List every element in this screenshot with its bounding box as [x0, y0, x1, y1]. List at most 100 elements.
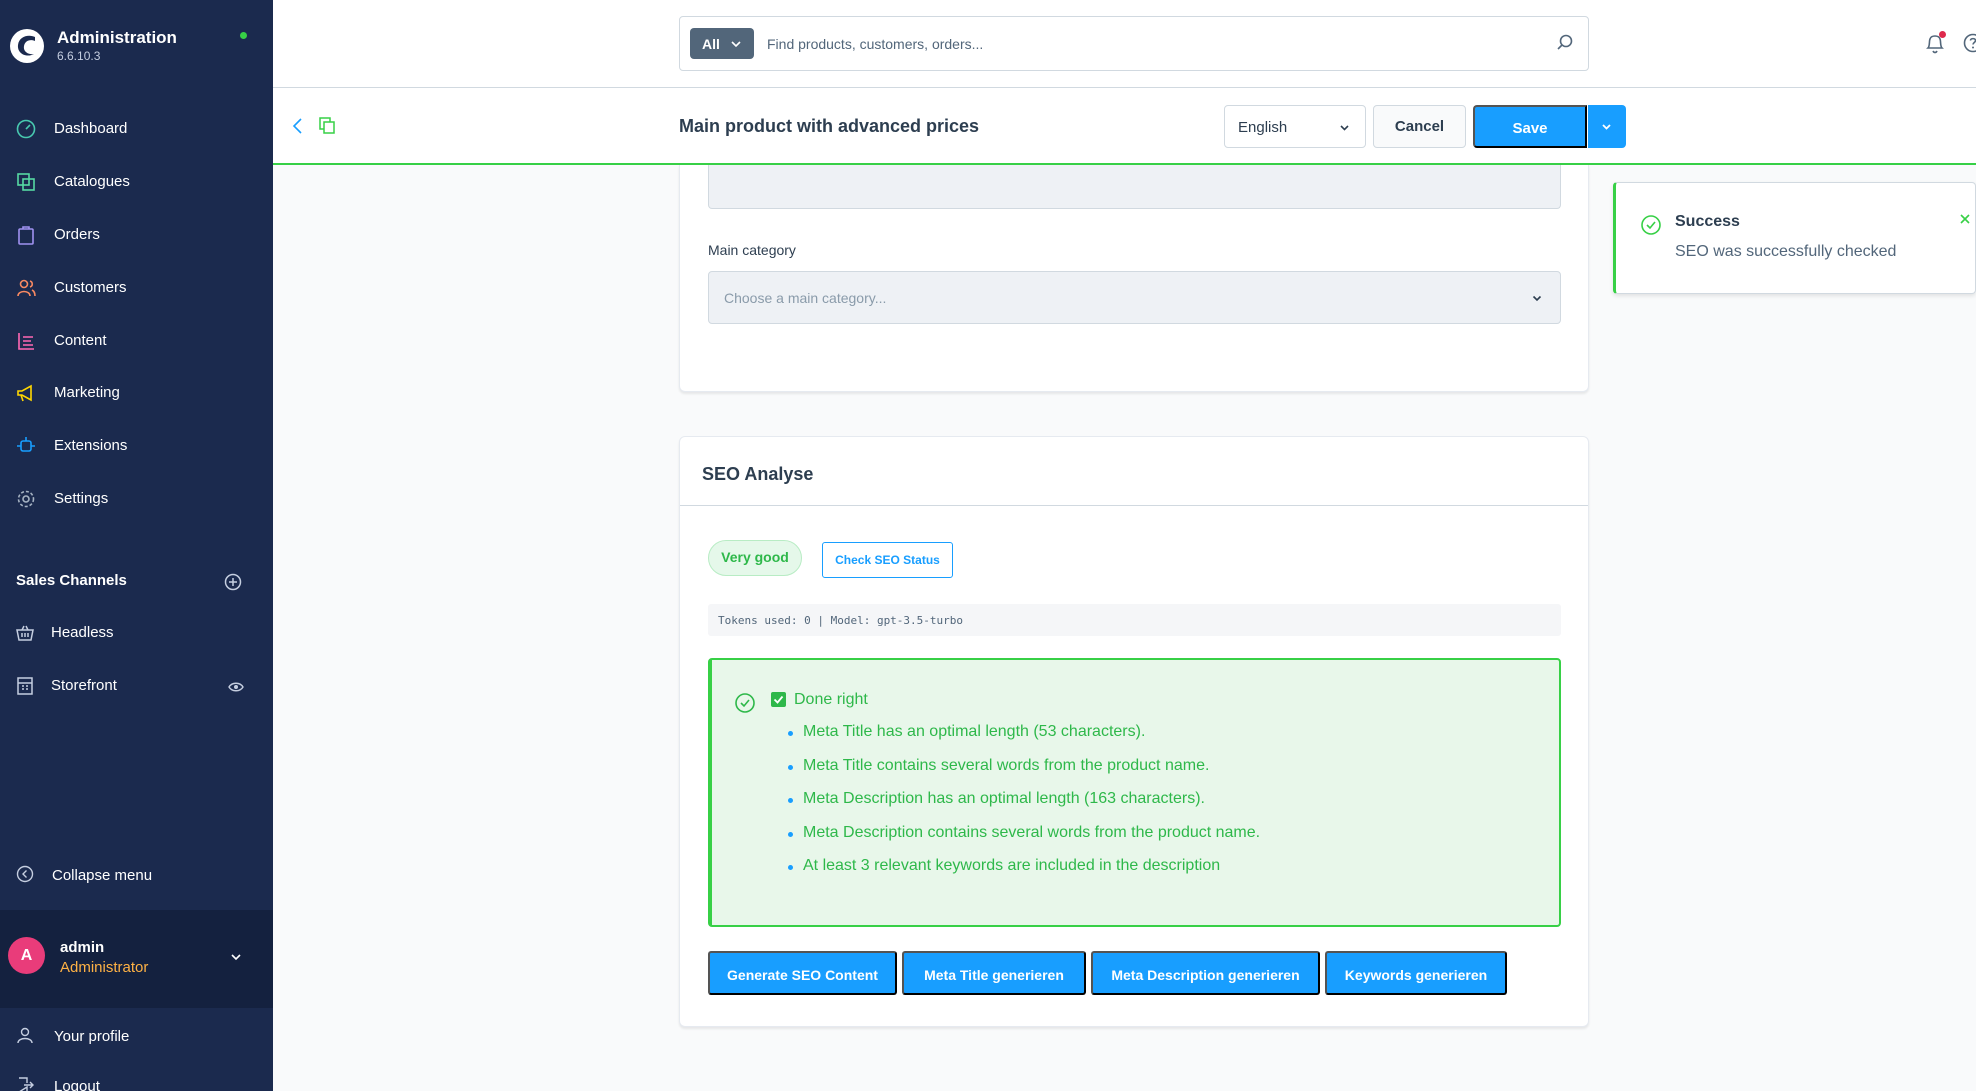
checkbox-checked-icon	[771, 692, 786, 707]
nav-item-orders[interactable]: Orders	[0, 214, 273, 254]
notification-badge	[1939, 31, 1946, 38]
nav-label: Marketing	[54, 384, 120, 401]
cancel-button[interactable]: Cancel	[1373, 105, 1466, 148]
meta-description-generate-button[interactable]: Meta Description generieren	[1091, 951, 1320, 995]
nav-item-marketing[interactable]: Marketing	[0, 372, 273, 412]
list-item: Meta Title has an optimal length (53 cha…	[788, 723, 1260, 757]
collapse-menu-button[interactable]: Collapse menu	[0, 858, 273, 890]
check-circle-icon	[735, 693, 755, 713]
chevron-down-icon	[1340, 125, 1349, 131]
keywords-generate-button[interactable]: Keywords generieren	[1325, 951, 1507, 995]
content-icon	[18, 333, 34, 350]
save-options-button[interactable]	[1588, 105, 1626, 148]
success-notification: Success SEO was successfully checked	[1613, 182, 1976, 294]
close-icon[interactable]	[1959, 213, 1971, 225]
logout-label: Logout	[54, 1078, 100, 1091]
notification-title: Success	[1675, 213, 1740, 230]
logout-link[interactable]: Logout	[0, 1068, 273, 1091]
seo-rating-badge: Very good	[708, 540, 802, 576]
language-select[interactable]: English	[1224, 105, 1366, 148]
help-icon[interactable]	[1962, 32, 1976, 54]
dashboard-icon	[16, 119, 36, 139]
readonly-field	[708, 165, 1561, 209]
nav-label: Content	[54, 332, 107, 349]
main-category-label: Main category	[708, 242, 796, 258]
language-value: English	[1238, 119, 1288, 136]
brand: Administration 6.6.10.3	[0, 0, 273, 88]
top-header: All	[273, 0, 1976, 88]
storefront-icon	[17, 677, 33, 695]
user-menu[interactable]: A admin Administrator	[0, 910, 273, 1008]
catalogue-icon	[17, 173, 35, 191]
check-circle-icon	[1641, 215, 1661, 235]
search-icon[interactable]	[1555, 33, 1575, 53]
list-item: Meta Description has an optimal length (…	[788, 790, 1260, 824]
search-input[interactable]	[767, 29, 1547, 59]
chevron-down-icon	[1602, 124, 1611, 130]
status-indicator	[240, 32, 247, 39]
back-arrow-icon[interactable]	[291, 116, 305, 136]
nav-label: Orders	[54, 226, 100, 243]
nav-label: Dashboard	[54, 120, 128, 137]
customers-icon	[17, 279, 36, 297]
chevron-down-icon	[1532, 295, 1542, 302]
sales-channels-title: Sales Channels	[16, 572, 127, 589]
user-name: admin	[60, 939, 105, 956]
sales-channel-label: Storefront	[51, 677, 117, 694]
generate-seo-content-button[interactable]: Generate SEO Content	[708, 951, 897, 995]
nav-label: Settings	[54, 490, 109, 507]
sales-channel-label: Headless	[51, 624, 114, 641]
list-item: At least 3 relevant keywords are include…	[788, 857, 1260, 891]
meta-title-generate-button[interactable]: Meta Title generieren	[902, 951, 1086, 995]
orders-icon	[18, 226, 34, 245]
check-seo-status-button[interactable]: Check SEO Status	[822, 542, 953, 578]
nav-item-dashboard[interactable]: Dashboard	[0, 108, 273, 148]
collapse-label: Collapse menu	[52, 867, 153, 884]
nav-item-extensions[interactable]: Extensions	[0, 425, 273, 465]
add-sales-channel-icon[interactable]	[224, 573, 242, 591]
product-categories-card: Main category Choose a main category...	[679, 165, 1589, 392]
seo-results-list: Meta Title has an optimal length (53 cha…	[788, 723, 1260, 891]
shopware-logo-icon[interactable]	[9, 28, 45, 64]
save-button[interactable]: Save	[1473, 105, 1587, 148]
chevron-down-icon	[231, 954, 241, 961]
app-title: Administration	[57, 28, 177, 47]
your-profile-link[interactable]: Your profile	[0, 1018, 273, 1052]
search-type-select[interactable]: All	[690, 28, 754, 59]
avatar: A	[8, 937, 45, 974]
page-title: Main product with advanced prices	[679, 116, 980, 136]
sales-channel-headless[interactable]: Headless	[0, 612, 273, 652]
user-role: Administrator	[60, 959, 149, 976]
nav-label: Customers	[54, 279, 127, 296]
your-profile-label: Your profile	[54, 1028, 130, 1045]
nav-label: Extensions	[54, 437, 128, 454]
result-heading: Done right	[794, 691, 868, 708]
search-type-label: All	[702, 36, 720, 52]
nav-item-customers[interactable]: Customers	[0, 267, 273, 307]
seo-results-box: Done right Meta Title has an optimal len…	[708, 658, 1561, 927]
collapse-icon	[16, 865, 34, 883]
list-item: Meta Title contains several words from t…	[788, 757, 1260, 791]
global-search: All	[679, 16, 1589, 71]
smart-bar: Main product with advanced prices Englis…	[273, 88, 1976, 165]
sidebar: Administration 6.6.10.3 Dashboard Catalo…	[0, 0, 273, 1091]
notification-message: SEO was successfully checked	[1675, 243, 1897, 260]
settings-icon	[17, 490, 35, 508]
basket-icon	[16, 625, 34, 641]
extensions-icon	[17, 437, 35, 452]
eye-icon[interactable]	[228, 679, 244, 695]
nav-item-content[interactable]: Content	[0, 320, 273, 360]
nav-label: Catalogues	[54, 173, 130, 190]
user-icon	[17, 1027, 33, 1044]
seo-analysis-card: SEO Analyse Very good Check SEO Status T…	[679, 436, 1589, 1027]
copy-icon[interactable]	[318, 115, 336, 135]
nav-item-settings[interactable]: Settings	[0, 478, 273, 518]
tokens-info: Tokens used: 0 | Model: gpt-3.5-turbo	[708, 604, 1561, 636]
card-header: SEO Analyse	[680, 437, 1588, 506]
marketing-icon	[17, 384, 32, 402]
main-category-placeholder: Choose a main category...	[724, 290, 887, 306]
chevron-down-icon	[731, 41, 741, 48]
app-version: 6.6.10.3	[57, 49, 101, 63]
main-category-select[interactable]: Choose a main category...	[708, 271, 1561, 324]
nav-item-catalogues[interactable]: Catalogues	[0, 161, 273, 201]
